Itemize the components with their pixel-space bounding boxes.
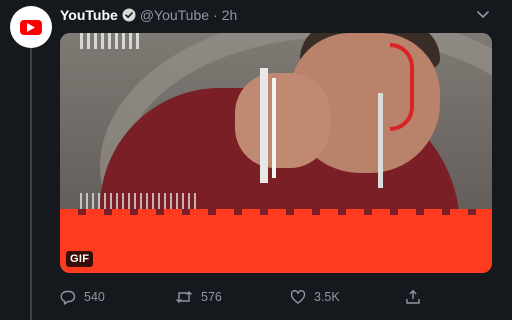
media-fist-shape <box>235 73 330 168</box>
tweet-header: YouTube @YouTube · 2h <box>60 6 237 24</box>
glitch-stripe <box>378 93 383 188</box>
like-button[interactable]: 3.5K <box>290 289 340 305</box>
reply-button[interactable]: 540 <box>60 289 105 305</box>
thread-line <box>30 48 32 320</box>
verified-badge-icon <box>122 8 136 22</box>
media-headset-shape <box>390 43 414 131</box>
reply-count: 540 <box>84 290 105 304</box>
retweet-count: 576 <box>201 290 222 304</box>
share-icon <box>405 289 421 305</box>
tweet-actions: 540 576 3.5K <box>60 288 420 306</box>
like-count: 3.5K <box>314 290 340 304</box>
retweet-button[interactable]: 576 <box>175 289 222 305</box>
separator-dot: · <box>213 7 218 23</box>
glitch-stripe <box>272 78 276 178</box>
heart-icon <box>290 289 306 305</box>
author-name[interactable]: YouTube <box>60 7 118 23</box>
red-band <box>60 215 492 273</box>
avatar[interactable] <box>10 6 52 48</box>
youtube-logo-icon <box>20 19 42 35</box>
author-handle[interactable]: @YouTube <box>140 7 209 23</box>
chevron-down-icon[interactable] <box>474 6 492 24</box>
glitch-stripe <box>80 33 140 49</box>
tweet-timestamp[interactable]: 2h <box>222 7 238 23</box>
glitch-stripe <box>260 68 268 183</box>
gif-badge: GIF <box>66 251 94 267</box>
retweet-icon <box>175 289 193 305</box>
reply-icon <box>60 289 76 305</box>
gif-media[interactable]: GIF <box>60 33 492 273</box>
share-button[interactable] <box>405 289 421 305</box>
